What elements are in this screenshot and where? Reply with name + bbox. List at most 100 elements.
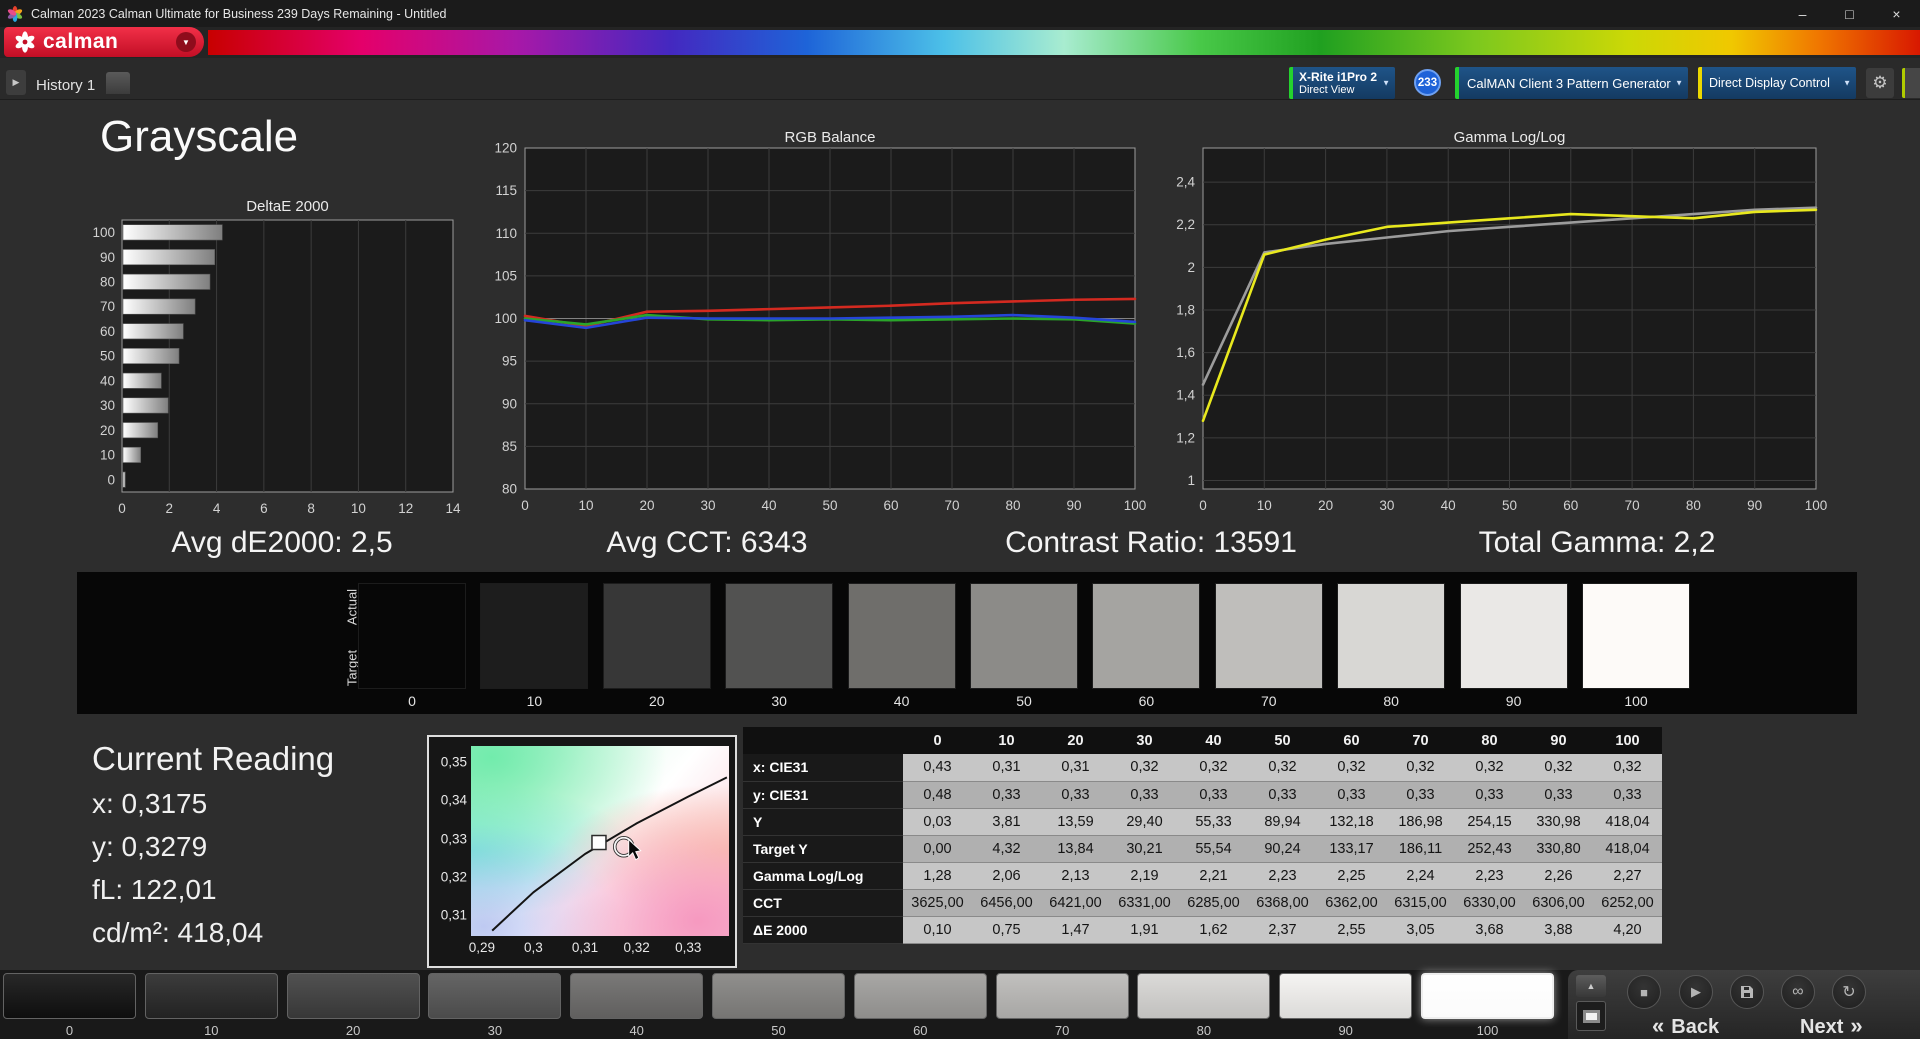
display-mode-button[interactable] [1576,1001,1606,1031]
patch-label: 90 [1338,1023,1353,1038]
table-cell: 2,23 [1248,862,1317,890]
patch-button-0[interactable] [3,973,136,1019]
table-cell: 0,03 [903,808,972,836]
table-cell: 0,33 [1110,781,1179,809]
cie-chromaticity-panel: 0,29 0,3 0,31 0,32 0,33 0,35 0,34 0,33 0,32 0,31 [427,735,737,968]
chevron-down-icon: ▼ [1382,78,1390,88]
back-label: Back [1671,1016,1720,1038]
grayscale-swatch-strip: Actual Target 0 10 20 30 40 50 60 70 80 90 100 [77,572,1857,714]
table-row: ΔE 2000 0,10 0,75 1,47 1,91 1,62 2,37 2,55 3,05 3… [743,916,1662,944]
table-cell: 6330,00 [1455,889,1524,917]
table-cell: 0,33 [1524,781,1593,809]
meter-dropdown[interactable]: X-Rite i1Pro 2 Direct View ▼ [1289,67,1395,99]
chevron-down-icon: ▼ [1843,78,1851,88]
svg-text:105: 105 [494,268,517,283]
close-button[interactable]: × [1873,0,1920,27]
table-cell: 0,33 [1248,781,1317,809]
stat-total-gamma: Total Gamma: 2,2 [1478,526,1716,559]
swatch-label: 60 [1138,693,1155,709]
settings-gear-button[interactable]: ⚙ [1866,68,1894,98]
svg-text:40: 40 [1441,498,1456,513]
back-button[interactable]: « Back [1652,1013,1719,1039]
swatch-label: 10 [526,693,543,709]
svg-text:10: 10 [578,498,593,513]
patch-button-10[interactable] [144,973,278,1019]
table-cell: 2,23 [1455,862,1524,890]
infinity-icon: ∞ [1792,983,1804,1000]
patch-button-30[interactable] [428,973,562,1019]
window-title: Calman 2023 Calman Ultimate for Business… [31,6,447,21]
table-col-header: 40 [1179,727,1248,754]
stop-icon: ■ [1640,984,1648,1000]
patch-button-40[interactable] [570,973,704,1019]
patch-button-60[interactable] [853,973,987,1019]
table-cell: 0,33 [1386,781,1455,809]
svg-text:50: 50 [1502,498,1517,513]
title-bar: Calman 2023 Calman Ultimate for Business… [0,0,1920,27]
pattern-generator-dropdown[interactable]: CalMAN Client 3 Pattern Generator ▼ [1455,67,1688,99]
patch-button-100[interactable] [1421,973,1554,1019]
new-tab-button[interactable] [106,72,130,94]
table-row: y: CIE31 0,48 0,33 0,33 0,33 0,33 0,33 0,33 0,33… [743,781,1662,809]
table-cell: 186,11 [1386,835,1455,863]
minimize-button[interactable]: – [1779,0,1826,27]
table-cell: 0,32 [1455,754,1524,782]
grayscale-swatch-80 [1337,583,1446,689]
refresh-button[interactable]: ↻ [1832,975,1866,1009]
table-cell: 0,32 [1248,754,1317,782]
table-cell: 13,59 [1041,808,1110,836]
meter-mode: Direct View [1299,84,1355,96]
svg-text:1: 1 [1187,473,1195,488]
table-cell: 0,33 [1041,781,1110,809]
svg-text:0: 0 [107,472,115,487]
sidebar-toggle-button[interactable]: ▶ [6,70,26,95]
cie-x-tick: 0,29 [468,940,495,955]
table-cell: 0,32 [1593,754,1662,782]
patch-button-20[interactable] [286,973,420,1019]
grayscale-swatch-60 [1092,583,1201,689]
table-cell: 186,98 [1386,808,1455,836]
patch-button-50[interactable] [712,973,845,1019]
next-button[interactable]: Next » [1800,1013,1863,1039]
maximize-button[interactable]: □ [1826,0,1873,27]
table-cell: 3625,00 [903,889,972,917]
continuous-read-button[interactable]: ∞ [1781,975,1815,1009]
patch-button-80[interactable] [1137,973,1271,1019]
meter-count-badge[interactable]: 233 [1414,69,1441,96]
grayscale-swatch-30 [725,583,834,689]
collapse-panel-button[interactable]: ▲ [1576,975,1606,997]
partial-edge-button[interactable] [1902,68,1920,98]
table-cell: 0,33 [1593,781,1662,809]
cie-x-tick: 0,33 [675,940,702,955]
svg-text:60: 60 [100,324,115,339]
svg-text:20: 20 [639,498,654,513]
table-corner [743,727,903,754]
table-cell: 2,55 [1317,916,1386,944]
table-cell: 3,05 [1386,916,1455,944]
display-control-dropdown[interactable]: Direct Display Control ▼ [1698,67,1856,99]
table-cell: 2,25 [1317,862,1386,890]
table-cell: 4,32 [972,835,1041,863]
grayscale-swatch-20 [602,583,711,689]
brand-row: calman ▼ [0,27,1920,58]
patch-button-70[interactable] [995,973,1129,1019]
table-col-header: 90 [1524,727,1593,754]
tab-history-1[interactable]: History 1 [36,77,95,94]
stop-button[interactable]: ■ [1627,975,1661,1009]
svg-text:85: 85 [502,439,517,454]
table-cell: 0,32 [1179,754,1248,782]
swatch-label: 20 [649,693,665,709]
play-button[interactable]: ▶ [1679,975,1713,1009]
patch-label: 20 [345,1023,361,1038]
save-button[interactable] [1730,975,1764,1009]
svg-text:10: 10 [100,448,115,463]
svg-text:30: 30 [100,398,115,413]
calman-menu-button[interactable]: calman ▼ [4,27,204,57]
patch-label: 70 [1054,1023,1070,1038]
current-reading-fl: fL: 122,01 [92,874,217,905]
patch-button-90[interactable] [1279,973,1413,1019]
deltae-bar-chart: 0 2 4 6 8 10 12 141009080706050403020100 [92,219,461,516]
cie-y-tick: 0,31 [440,907,467,923]
meter-name: X-Rite i1Pro 2 [1299,70,1378,84]
patch-label: 30 [487,1023,503,1038]
